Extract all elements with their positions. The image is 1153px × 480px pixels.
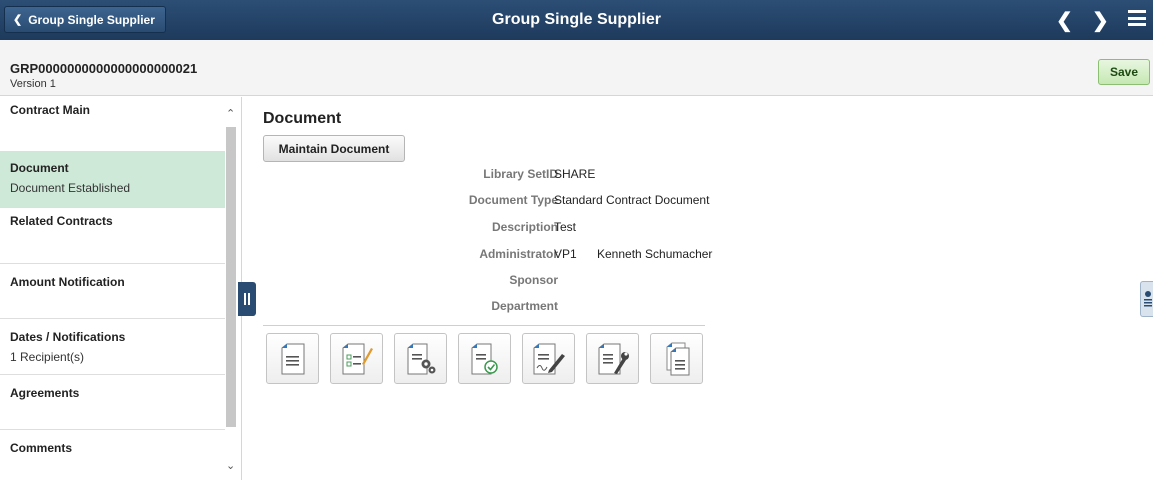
document-sign-icon bbox=[533, 343, 565, 374]
sidebar-item-label: Comments bbox=[10, 441, 73, 455]
document-type-value: Standard Contract Document bbox=[554, 193, 710, 207]
department-label: Department bbox=[491, 299, 558, 313]
document-tools-icon bbox=[598, 343, 629, 374]
sidebar-item-label: Dates / Notifications bbox=[10, 330, 126, 344]
document-copy-button[interactable] bbox=[650, 333, 703, 384]
administrator-name: Kenneth Schumacher bbox=[597, 247, 713, 261]
related-content-icon bbox=[1144, 291, 1152, 307]
sidebar-item-agreements[interactable]: Agreements bbox=[0, 375, 225, 430]
administrator-value: VP1 bbox=[554, 247, 577, 261]
page-title: Group Single Supplier bbox=[492, 11, 661, 28]
document-approve-icon bbox=[471, 343, 498, 374]
maintain-document-button[interactable]: Maintain Document bbox=[263, 135, 405, 162]
contract-version: Version 1 bbox=[10, 78, 56, 90]
next-icon[interactable]: ❯ bbox=[1092, 8, 1109, 33]
document-copy-icon bbox=[666, 342, 689, 375]
related-actions-tab[interactable] bbox=[1140, 281, 1153, 317]
library-setid-label: Library SetID bbox=[483, 167, 558, 181]
description-label: Description bbox=[491, 220, 558, 234]
document-checklist-button[interactable] bbox=[330, 333, 383, 384]
sidebar-scrollbar-thumb[interactable] bbox=[226, 127, 236, 427]
sidebar-item-document[interactable]: Document Document Established bbox=[0, 152, 225, 208]
left-sidebar: Contract Main Document Document Establis… bbox=[0, 97, 242, 480]
sidebar-item-dates-notifications[interactable]: Dates / Notifications 1 Recipient(s) bbox=[0, 319, 225, 375]
document-checklist-icon bbox=[342, 343, 373, 374]
sidebar-item-label: Related Contracts bbox=[10, 214, 113, 228]
sponsor-label: Sponsor bbox=[509, 273, 558, 287]
document-approve-button[interactable] bbox=[458, 333, 511, 384]
save-button[interactable]: Save bbox=[1098, 59, 1150, 85]
view-document-icon bbox=[281, 343, 304, 374]
collapse-sidebar-handle[interactable] bbox=[238, 282, 256, 316]
sidebar-item-label: Contract Main bbox=[10, 103, 91, 117]
chevron-up-icon[interactable]: ⌃ bbox=[226, 107, 235, 120]
document-tools-button[interactable] bbox=[586, 333, 639, 384]
top-banner: ❮ Group Single Supplier Group Single Sup… bbox=[0, 0, 1153, 40]
menu-icon[interactable] bbox=[1128, 10, 1146, 26]
chevron-down-icon[interactable]: ⌄ bbox=[226, 459, 235, 472]
document-settings-icon bbox=[407, 343, 435, 374]
library-setid-value: SHARE bbox=[554, 167, 596, 181]
sidebar-item-related-contracts[interactable]: Related Contracts bbox=[0, 208, 225, 264]
document-sign-button[interactable] bbox=[522, 333, 575, 384]
sidebar-item-comments[interactable]: Comments bbox=[0, 430, 225, 480]
document-type-label: Document Type bbox=[468, 193, 558, 207]
sidebar-item-label: Document bbox=[10, 161, 69, 175]
divider bbox=[263, 325, 705, 326]
sidebar-item-status: Document Established bbox=[10, 181, 131, 195]
document-settings-button[interactable] bbox=[394, 333, 447, 384]
administrator-label: Administrator bbox=[479, 247, 558, 261]
sidebar-item-status: 1 Recipient(s) bbox=[10, 350, 85, 364]
contract-id: GRP0000000000000000000021 bbox=[10, 61, 198, 76]
sidebar-item-label: Agreements bbox=[10, 386, 80, 400]
sidebar-item-contract-main[interactable]: Contract Main bbox=[0, 97, 225, 152]
previous-icon[interactable]: ❮ bbox=[1056, 8, 1073, 33]
sidebar-item-amount-notification[interactable]: Amount Notification bbox=[0, 264, 225, 319]
view-document-button[interactable] bbox=[266, 333, 319, 384]
sidebar-item-label: Amount Notification bbox=[10, 275, 125, 289]
contract-header: GRP0000000000000000000021 Version 1 bbox=[0, 40, 1153, 96]
section-title: Document bbox=[263, 110, 342, 127]
description-value: Test bbox=[554, 220, 577, 234]
